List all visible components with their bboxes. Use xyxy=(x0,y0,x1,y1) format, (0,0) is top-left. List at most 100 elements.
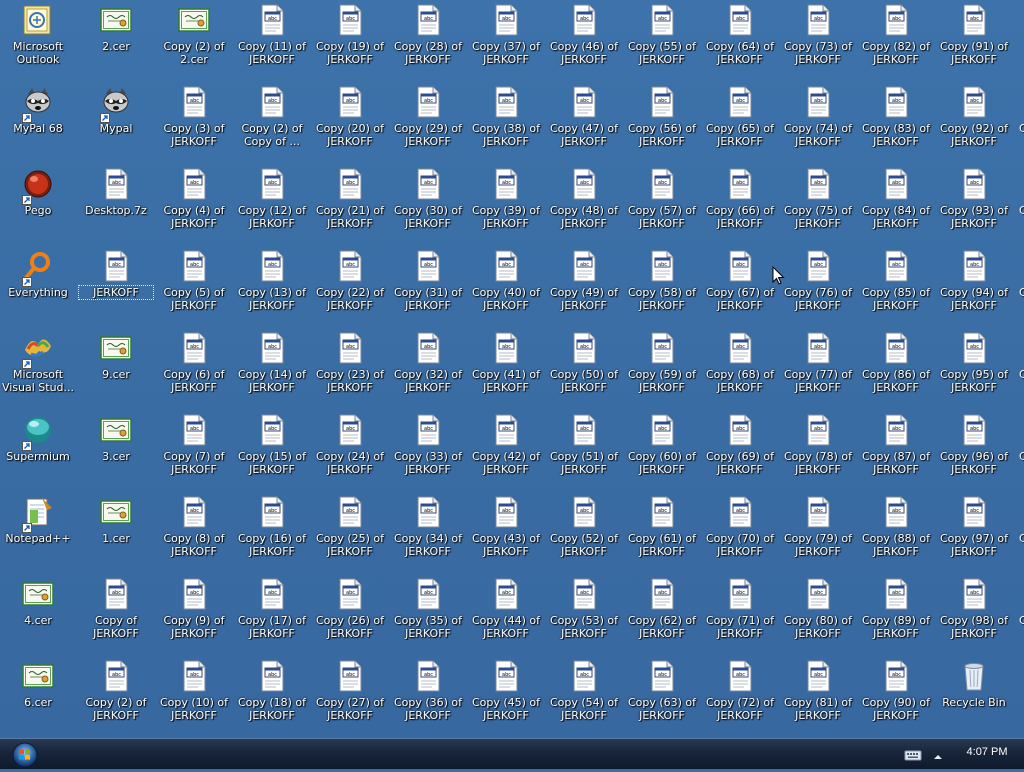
desktop-icon[interactable]: Microsoft Outlook xyxy=(1,2,75,80)
desktop-icon[interactable]: abc Copy (96) of JERKOFF xyxy=(937,412,1011,490)
desktop-icon[interactable]: abc Copy (16) of JERKOFF xyxy=(235,494,309,572)
desktop-icon[interactable]: abc Copy (46) of JERKOFF xyxy=(547,2,621,80)
desktop-icon[interactable]: abc Copy (42) of JERKOFF xyxy=(469,412,543,490)
desktop-icon[interactable]: Pego xyxy=(1,166,75,244)
desktop-icon[interactable]: abc Copy (79) of JERKOFF xyxy=(781,494,855,572)
desktop-icon[interactable]: abc Copy (70) of JERKOFF xyxy=(703,494,777,572)
desktop-icon[interactable]: Recycle Bin xyxy=(937,658,1011,736)
desktop-icon[interactable]: abc Copy (50) of JERKOFF xyxy=(547,330,621,408)
desktop-icon[interactable]: abc Copy (2) of Copy of ... xyxy=(235,84,309,162)
desktop-icon[interactable]: abc Copy (72) of JERKOFF xyxy=(703,658,777,736)
desktop-icon[interactable]: abc Copy of JERKOFF xyxy=(79,576,153,654)
desktop-icon[interactable]: abc Copy (86) of JERKOFF xyxy=(859,330,933,408)
desktop-icon[interactable]: abc Copy (26) of JERKOFF xyxy=(313,576,387,654)
desktop-icon[interactable]: abc Copy (34) of JERKOFF xyxy=(391,494,465,572)
desktop-icon[interactable]: abc Copy (6) of JERKOFF xyxy=(157,330,231,408)
desktop-icon[interactable]: abc Copy (49) of JERKOFF xyxy=(547,248,621,326)
desktop-icon[interactable]: abc Copy (31) of JERKOFF xyxy=(391,248,465,326)
desktop-icon[interactable]: 6.cer xyxy=(1,658,75,736)
desktop-icon[interactable]: MyPal 68 xyxy=(1,84,75,162)
desktop-icon[interactable]: abc Copy (9) of JERKOFF xyxy=(157,576,231,654)
desktop-icon[interactable]: abc Copy (84) of JERKOFF xyxy=(859,166,933,244)
desktop-icon[interactable]: abc Copy (7) of JERKOFF xyxy=(157,412,231,490)
desktop-icon[interactable]: abc Copy (97) of JERKOFF xyxy=(937,494,1011,572)
desktop-icon[interactable]: abc Copy (61) of JERKOFF xyxy=(625,494,699,572)
desktop-icon[interactable]: 3.cer xyxy=(79,412,153,490)
desktop-icon[interactable]: abc Copy (77) of JERKOFF xyxy=(781,330,855,408)
desktop-icon[interactable]: abc Copy (73) of JERKOFF xyxy=(781,2,855,80)
desktop-icon[interactable]: abc Copy (87) of JERKOFF xyxy=(859,412,933,490)
desktop-icon[interactable]: abc Copy (32) of JERKOFF xyxy=(391,330,465,408)
desktop-icon[interactable]: abc Copy (30) of JERKOFF xyxy=(391,166,465,244)
desktop-icon[interactable]: abc Copy (18) of JERKOFF xyxy=(235,658,309,736)
desktop-icon[interactable]: abc Copy (92) of JERKOFF xyxy=(937,84,1011,162)
desktop-icon[interactable]: abc Copy (93) of JERKOFF xyxy=(937,166,1011,244)
desktop-icon[interactable]: abc Copy (5) of JERKOFF xyxy=(157,248,231,326)
desktop-icon[interactable]: abc Copy (64) of JERKOFF xyxy=(703,2,777,80)
desktop-icon[interactable]: abc Copy (55) of JERKOFF xyxy=(625,2,699,80)
desktop-icon[interactable]: abc Copy (67) of JERKOFF xyxy=(703,248,777,326)
desktop-icon[interactable]: abc Copy (22) of JERKOFF xyxy=(313,248,387,326)
desktop-icon[interactable]: abc Copy (19) of JERKOFF xyxy=(313,2,387,80)
desktop-icon[interactable]: abc Copy (94) of JERKOFF xyxy=(937,248,1011,326)
desktop-icon[interactable]: abc Copy (8) of JERKOFF xyxy=(157,494,231,572)
desktop-icon[interactable]: abc Copy (45) of JERKOFF xyxy=(469,658,543,736)
desktop-icon[interactable]: abc Copy (21) of JERKOFF xyxy=(313,166,387,244)
desktop-icon[interactable]: abc Copy (76) of JERKOFF xyxy=(781,248,855,326)
desktop-icon[interactable]: abc Copy (62) of JERKOFF xyxy=(625,576,699,654)
desktop-icon[interactable]: abc Copy (23) of JERKOFF xyxy=(313,330,387,408)
desktop-icon[interactable]: abc Copy (40) of JERKOFF xyxy=(469,248,543,326)
desktop-icon[interactable]: abc JERKOFF xyxy=(78,248,154,326)
desktop-icon[interactable]: abc Copy (4) of JERKOFF xyxy=(157,166,231,244)
desktop-icon[interactable]: 9.cer xyxy=(79,330,153,408)
desktop-icon[interactable]: abc Copy (91) of JERKOFF xyxy=(937,2,1011,80)
desktop-icon[interactable]: abc Desktop.7z xyxy=(79,166,153,244)
desktop-icon[interactable]: abc Copy (24) of JERKOFF xyxy=(313,412,387,490)
desktop-icon[interactable]: abc Copy (28) of JERKOFF xyxy=(391,2,465,80)
desktop-icon[interactable]: abc Copy (3) of JERKOFF xyxy=(157,84,231,162)
desktop-icon[interactable]: abc Copy (89) of JERKOFF xyxy=(859,576,933,654)
desktop-icon[interactable]: abc Copy (38) of JERKOFF xyxy=(469,84,543,162)
desktop-icon[interactable]: abc Copy (10) of JERKOFF xyxy=(157,658,231,736)
desktop-icon[interactable]: abc Copy (17) of JERKOFF xyxy=(235,576,309,654)
desktop-icon[interactable]: abc Copy (57) of JERKOFF xyxy=(625,166,699,244)
desktop-icon[interactable]: abc Copy (65) of JERKOFF xyxy=(703,84,777,162)
desktop-icon[interactable]: abc Copy (56) of JERKOFF xyxy=(625,84,699,162)
desktop-icon[interactable]: abc Copy (63) of JERKOFF xyxy=(625,658,699,736)
desktop-icon[interactable]: abc Copy (14) of JERKOFF xyxy=(235,330,309,408)
desktop-icon[interactable]: Everything xyxy=(1,248,75,326)
desktop-icon[interactable]: 1.cer xyxy=(79,494,153,572)
desktop-icon[interactable]: abc Copy (2) of JERKOFF xyxy=(79,658,153,736)
desktop-icon[interactable]: abc Copy (58) of JERKOFF xyxy=(625,248,699,326)
desktop-icon[interactable]: Microsoft Visual Stud... xyxy=(1,330,75,408)
desktop-icon[interactable]: abc Copy (75) of JERKOFF xyxy=(781,166,855,244)
desktop-icon[interactable]: abc Copy (29) of JERKOFF xyxy=(391,84,465,162)
desktop-icon[interactable]: abc Copy (81) of JERKOFF xyxy=(781,658,855,736)
desktop-icon[interactable]: abc Copy (54) of JERKOFF xyxy=(547,658,621,736)
desktop-icon[interactable]: abc Copy (11) of JERKOFF xyxy=(235,2,309,80)
desktop[interactable]: Microsoft Outlook 2.cer Copy (2) of 2.ce… xyxy=(0,0,1024,738)
desktop-icon[interactable]: abc Copy (83) of JERKOFF xyxy=(859,84,933,162)
desktop-icon[interactable]: abc Copy (66) of JERKOFF xyxy=(703,166,777,244)
desktop-icon[interactable]: 4.cer xyxy=(1,576,75,654)
desktop-icon[interactable]: abc Copy (44) of JERKOFF xyxy=(469,576,543,654)
desktop-icon[interactable]: abc Copy (13) of JERKOFF xyxy=(235,248,309,326)
desktop-icon[interactable]: abc Copy (53) of JERKOFF xyxy=(547,576,621,654)
desktop-icon[interactable]: abc Copy (74) of JERKOFF xyxy=(781,84,855,162)
desktop-icon[interactable]: abc Copy (33) of JERKOFF xyxy=(391,412,465,490)
desktop-icon[interactable]: abc Copy (69) of JERKOFF xyxy=(703,412,777,490)
desktop-icon[interactable]: abc Copy (52) of JERKOFF xyxy=(547,494,621,572)
desktop-icon[interactable]: abc Copy (59) of JERKOFF xyxy=(625,330,699,408)
desktop-icon[interactable]: abc Copy (47) of JERKOFF xyxy=(547,84,621,162)
desktop-icon[interactable]: abc Copy (37) of JERKOFF xyxy=(469,2,543,80)
desktop-icon[interactable]: abc Copy (25) of JERKOFF xyxy=(313,494,387,572)
desktop-icon[interactable]: abc Copy (71) of JERKOFF xyxy=(703,576,777,654)
desktop-icon[interactable]: abc Copy (39) of JERKOFF xyxy=(469,166,543,244)
keyboard-icon[interactable] xyxy=(904,747,922,761)
desktop-icon[interactable]: abc Copy (98) of JERKOFF xyxy=(937,576,1011,654)
desktop-icon[interactable]: Copy (2) of 2.cer xyxy=(157,2,231,80)
desktop-icon[interactable]: abc Copy (60) of JERKOFF xyxy=(625,412,699,490)
taskbar-clock[interactable]: 4:07 PM xyxy=(952,746,1022,758)
desktop-icon[interactable]: abc Copy (78) of JERKOFF xyxy=(781,412,855,490)
desktop-icon[interactable]: abc Copy (43) of JERKOFF xyxy=(469,494,543,572)
